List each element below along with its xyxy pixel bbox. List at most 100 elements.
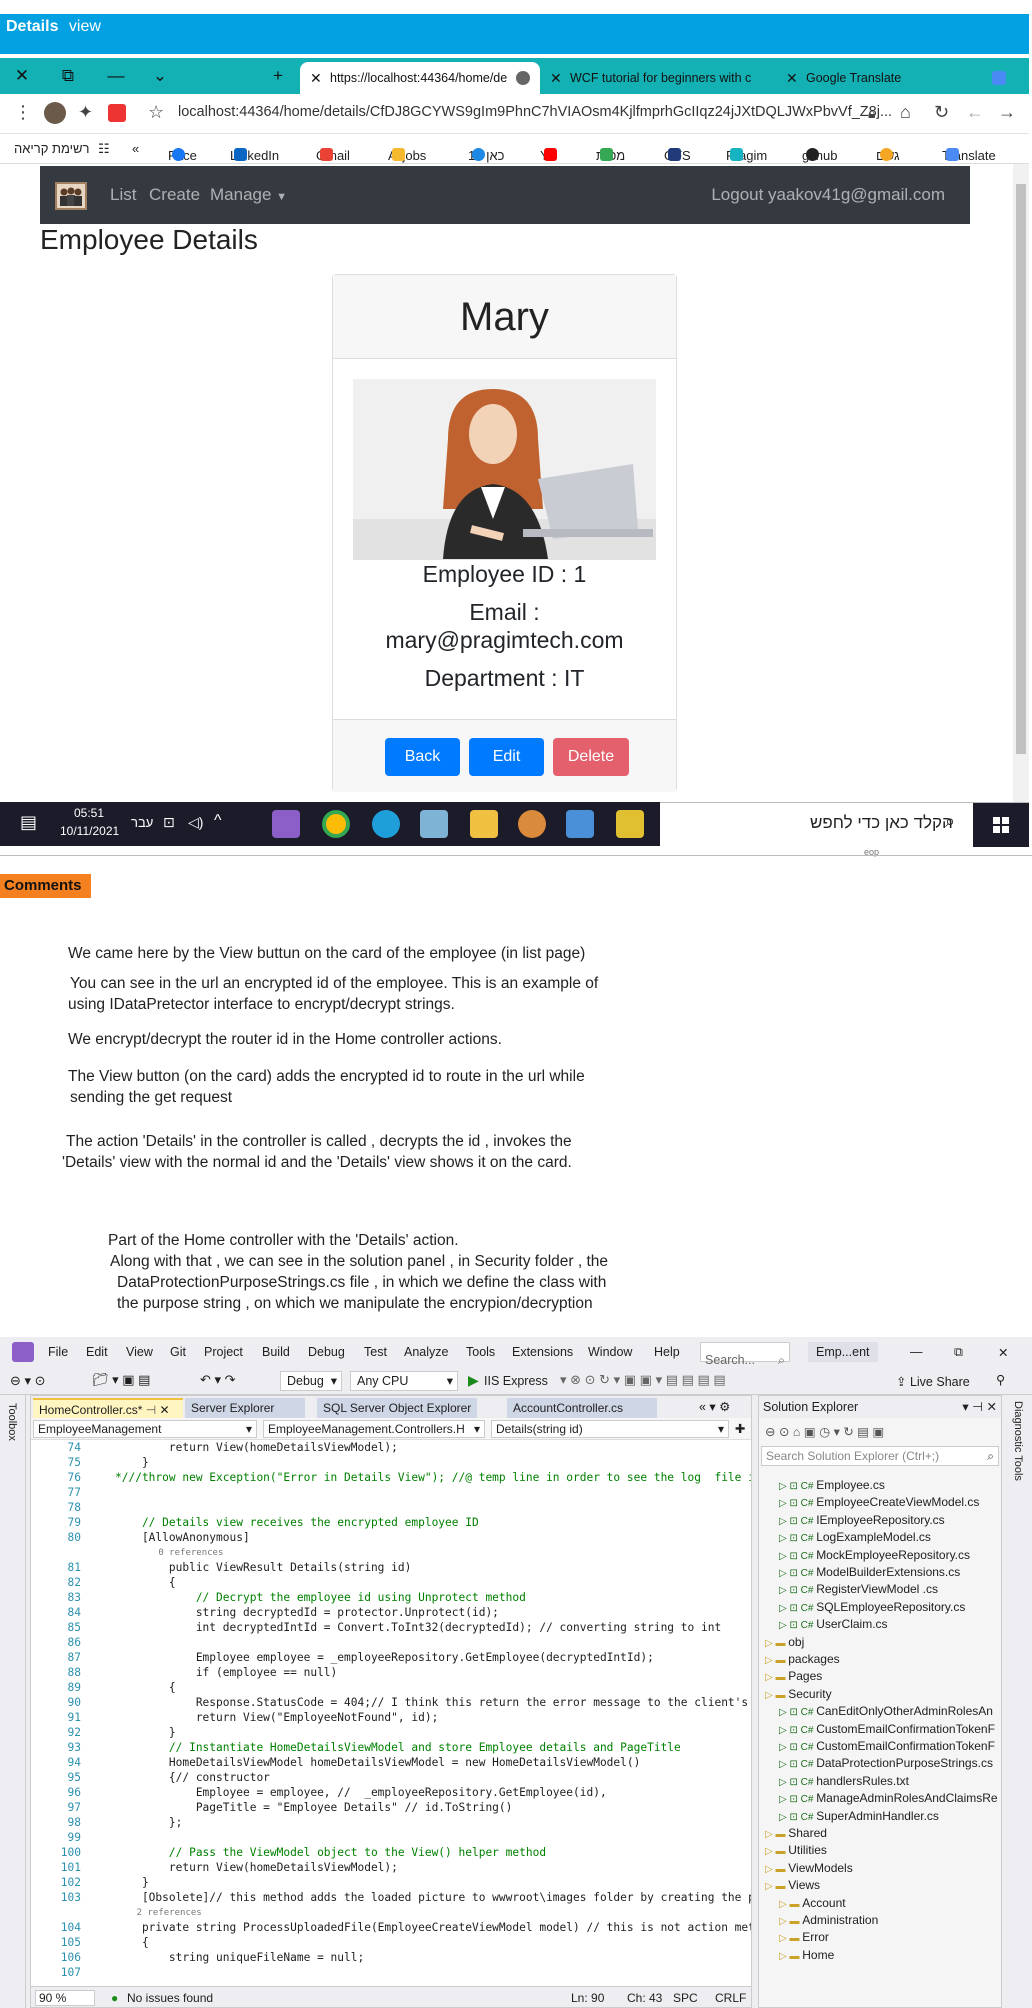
menu-git[interactable]: Git xyxy=(170,1345,186,1359)
solution-item[interactable]: ▷ ▬ packages xyxy=(765,1650,840,1668)
solution-item[interactable]: ▷ ⊡ C# LogExampleModel.cs xyxy=(765,1528,931,1546)
code-line[interactable]: 92 } xyxy=(31,1725,751,1741)
menu-view[interactable]: View xyxy=(126,1345,153,1359)
file-explorer-icon[interactable] xyxy=(470,810,498,838)
code-line[interactable]: 81 public ViewResult Details(string id) xyxy=(31,1560,751,1576)
solution-item[interactable]: ▷ ▬ Shared xyxy=(765,1824,827,1842)
navigate-back-icon[interactable]: ⊖ ▾ ⊙ xyxy=(10,1373,46,1389)
run-icon[interactable]: ▶ xyxy=(468,1372,479,1389)
new-tab-icon[interactable]: + xyxy=(258,62,298,90)
extension-icon[interactable] xyxy=(108,104,126,122)
code-line[interactable]: 80 [AllowAnonymous] xyxy=(31,1530,751,1546)
solution-item[interactable]: ▷ ⊡ C# Employee.cs xyxy=(765,1476,885,1494)
solution-item[interactable]: ▷ ⊡ C# SQLEmployeeRepository.cs xyxy=(765,1598,965,1616)
menu-file[interactable]: File xyxy=(48,1345,68,1359)
diagnostic-tools-tab[interactable]: Diagnostic Tools xyxy=(1012,1401,1024,1481)
solution-item[interactable]: ▷ ⊡ C# CustomEmailConfirmationTokenF xyxy=(765,1737,995,1755)
feedback-icon[interactable]: ⚲ xyxy=(996,1372,1005,1387)
live-share-button[interactable]: ⇪ Live Share xyxy=(896,1374,970,1389)
solution-item[interactable]: ▷ ⊡ C# MockEmployeeRepository.cs xyxy=(765,1546,970,1564)
tab-sql-explorer[interactable]: SQL Server Object Explorer xyxy=(317,1398,477,1418)
url-field[interactable]: localhost:44364/home/details/CfDJ8GCYWS9… xyxy=(178,104,892,120)
minimize-window-icon[interactable]: — xyxy=(96,62,136,90)
solution-item[interactable]: ▷ ▬ Utilities xyxy=(765,1841,827,1859)
page-scrollbar[interactable] xyxy=(1013,164,1029,802)
code-line[interactable]: 103 [Obsolete]// this method adds the lo… xyxy=(31,1890,751,1906)
code-line[interactable]: 98 }; xyxy=(31,1815,751,1831)
tab-overflow-icon[interactable]: « ▾ ⚙ xyxy=(699,1399,730,1414)
volume-icon[interactable]: ◁) xyxy=(188,814,203,831)
project-dropdown[interactable]: EmployeeManagement ▾ xyxy=(33,1420,257,1438)
solution-item[interactable]: ▷ ▬ Administration xyxy=(765,1911,878,1929)
scrollbar-thumb[interactable] xyxy=(1016,184,1026,754)
tab-server-explorer[interactable]: Server Explorer xyxy=(185,1398,305,1418)
logout-link[interactable]: Logout yaakov41g@gmail.com xyxy=(711,185,945,205)
restore-window-icon[interactable]: ⧉ xyxy=(954,1345,963,1360)
paint-icon[interactable] xyxy=(518,810,546,838)
solution-item[interactable]: ▷ ⊡ C# RegisterViewModel .cs xyxy=(765,1580,938,1598)
solution-item[interactable]: ▷ ⊡ C# ModelBuilderExtensions.cs xyxy=(765,1563,960,1581)
code-line[interactable]: 83 // Decrypt the employee id using Unpr… xyxy=(31,1590,751,1606)
tab-localhost[interactable]: ✕ https://localhost:44364/home/de xyxy=(300,62,540,94)
solution-item[interactable]: ▷ ⊡ C# EmployeeCreateViewModel.cs xyxy=(765,1493,979,1511)
back-icon[interactable]: → xyxy=(998,102,1016,123)
visual-studio-icon[interactable] xyxy=(272,810,300,838)
menu-build[interactable]: Build xyxy=(262,1345,290,1359)
menu-analyze[interactable]: Analyze xyxy=(404,1345,448,1359)
show-hidden-icons[interactable]: ^ xyxy=(214,812,222,830)
code-line[interactable]: 0 references xyxy=(31,1545,751,1561)
member-dropdown[interactable]: Details(string id) ▾ xyxy=(491,1420,729,1438)
solution-item[interactable]: ▷ ⊡ C# IEmployeeRepository.cs xyxy=(765,1511,945,1529)
solution-item[interactable]: ▷ ▬ Account xyxy=(765,1894,846,1912)
bookmark-reading-list[interactable]: רשימת קריאה xyxy=(14,141,89,156)
code-line[interactable]: 95 {// constructor xyxy=(31,1770,751,1786)
close-tab-icon[interactable]: ✕ xyxy=(310,62,322,94)
code-line[interactable]: 84 string decryptedId = protector.Unprot… xyxy=(31,1605,751,1621)
tab-homecontroller[interactable]: HomeController.cs* ⊣ ✕ xyxy=(33,1398,183,1418)
reload-icon[interactable]: ↻ xyxy=(934,102,949,123)
split-icon[interactable]: ✚ xyxy=(735,1421,745,1436)
solution-item[interactable]: ▷ ⊡ C# CanEditOnlyOtherAdminRolesAn xyxy=(765,1702,993,1720)
code-line[interactable]: 79 // Details view receives the encrypte… xyxy=(31,1515,751,1531)
solution-item[interactable]: ▷ ⊡ C# UserClaim.cs xyxy=(765,1615,888,1633)
code-line[interactable]: 96 Employee = employee, // _employeeRepo… xyxy=(31,1785,751,1801)
code-line[interactable]: 88 if (employee == null) xyxy=(31,1665,751,1681)
delete-button[interactable]: Delete xyxy=(553,738,629,776)
close-window-icon[interactable]: ✕ xyxy=(998,1345,1008,1360)
code-line[interactable]: 94 HomeDetailsViewModel homeDetailsViewM… xyxy=(31,1755,751,1771)
code-line[interactable]: 97 PageTitle = "Employee Details" // id.… xyxy=(31,1800,751,1816)
close-window-icon[interactable]: ✕ xyxy=(2,62,42,90)
edge-icon[interactable] xyxy=(372,810,400,838)
tab-accountcontroller[interactable]: AccountController.cs xyxy=(507,1398,657,1418)
toolbox-tab[interactable]: Toolbox xyxy=(6,1403,18,1441)
more-bookmarks-icon[interactable]: « xyxy=(132,141,139,156)
site-logo[interactable] xyxy=(55,182,87,210)
nav-create-link[interactable]: Create xyxy=(149,185,200,205)
restore-window-icon[interactable]: ⧉ xyxy=(48,62,88,90)
code-line[interactable]: 77 xyxy=(31,1485,751,1501)
code-line[interactable]: 93 // Instantiate HomeDetailsViewModel a… xyxy=(31,1740,751,1756)
menu-edit[interactable]: Edit xyxy=(86,1345,108,1359)
menu-debug[interactable]: Debug xyxy=(308,1345,345,1359)
code-line[interactable]: 86 xyxy=(31,1635,751,1651)
solution-item[interactable]: ▷ ⊡ C# handlersRules.txt xyxy=(765,1772,909,1790)
code-line[interactable]: 78 xyxy=(31,1500,751,1516)
code-line[interactable]: 89 { xyxy=(31,1680,751,1696)
notifications-icon[interactable]: ▤ xyxy=(20,812,37,833)
close-tab-icon[interactable]: ✕ xyxy=(550,62,562,94)
menu-window[interactable]: Window xyxy=(588,1345,632,1359)
whitespace-mode[interactable]: SPC xyxy=(673,1991,698,2005)
start-button[interactable] xyxy=(973,803,1029,847)
clock-time[interactable]: 05:51 xyxy=(74,806,104,820)
menu-extensions[interactable]: Extensions xyxy=(512,1345,573,1359)
code-line[interactable]: 74 return View(homeDetailsViewModel); xyxy=(31,1440,751,1456)
tab-wcf-tutorial[interactable]: ✕ WCF tutorial for beginners with c xyxy=(540,62,776,94)
extensions-icon[interactable]: ✦ xyxy=(78,102,93,123)
code-line[interactable]: 76 *///throw new Exception("Error in Deta… xyxy=(31,1470,751,1486)
solution-toolbar-icons[interactable]: ⊖ ⊙ ⌂ ▣ ◷ ▾ ↻ ▤ ▣ xyxy=(765,1424,884,1439)
chrome-icon[interactable] xyxy=(322,810,350,838)
code-line[interactable]: 105 { xyxy=(31,1935,751,1951)
code-line[interactable]: 99 xyxy=(31,1830,751,1846)
star-icon[interactable]: ☆ xyxy=(148,102,164,123)
nav-manage-dropdown[interactable]: Manage ▼ xyxy=(210,185,287,205)
